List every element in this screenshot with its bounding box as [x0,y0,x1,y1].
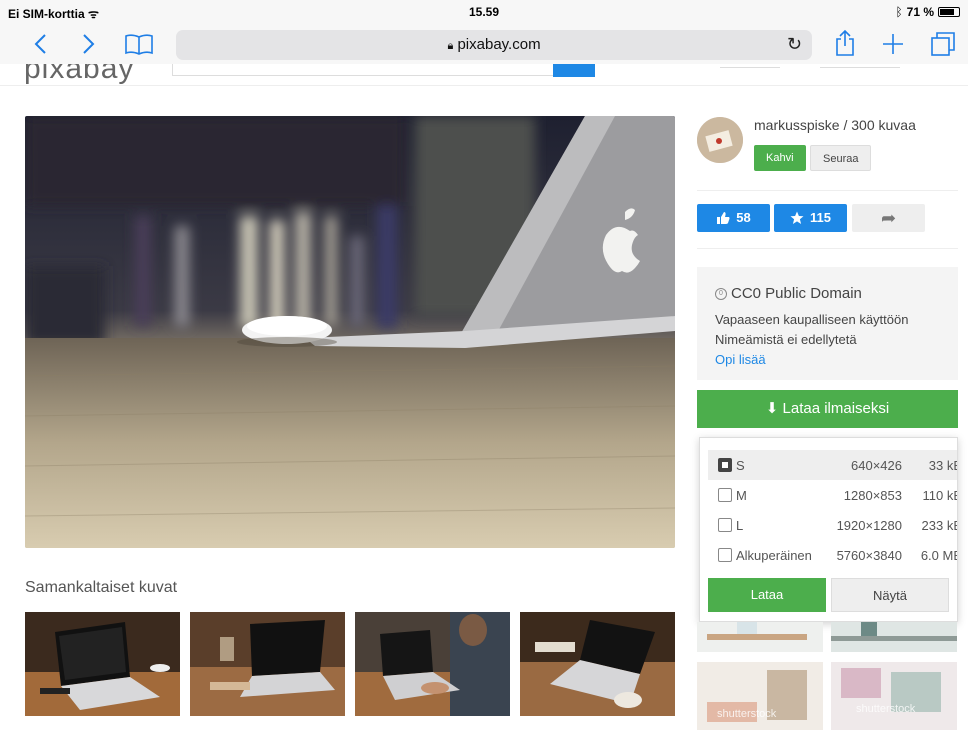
download-icon: ⬇ [765,400,779,417]
bluetooth-icon: ᛒ [895,5,903,19]
license-commercial-text: Vapaaseen kaupalliseen käyttöön [715,312,909,327]
download-button[interactable]: Lataa [708,578,826,612]
similar-thumbnail[interactable] [520,612,675,716]
avatar-image [697,117,743,163]
share-button[interactable] [830,28,860,60]
favorite-button[interactable]: 115 [774,204,847,232]
interior-photo: shutterstock [697,662,823,730]
tabs-button[interactable] [928,28,958,60]
laptop-photo [520,612,675,716]
svg-text:shutterstock: shutterstock [717,708,777,720]
site-search-button[interactable] [553,64,595,77]
laptop-desk-photo [25,116,675,548]
site-nav-item[interactable] [820,64,900,68]
share-image-button[interactable]: ➦ [852,204,925,232]
address-bar[interactable]: 🔒︎ pixabay.com ↻ [176,30,812,60]
download-options-dropdown: S 640×426 33 kB M 1280×853 110 kB L 1920… [699,437,958,622]
license-box: 0 CC0 Public Domain Vapaaseen kaupallise… [697,267,958,380]
site-search-input[interactable] [172,64,555,76]
back-button[interactable] [25,28,55,60]
chevron-right-icon [83,34,95,54]
option-checkbox[interactable] [718,458,732,472]
forward-button[interactable] [74,28,104,60]
site-header: pixabay [0,64,968,86]
like-count: 58 [736,210,751,225]
share-icon [836,29,854,56]
download-option-original[interactable]: Alkuperäinen 5760×3840 6.0 MB [708,540,957,570]
laptop-photo [25,612,180,716]
license-attribution-text: Nimeämistä ei edellytetä [715,332,857,347]
similar-thumbnail[interactable] [190,612,345,716]
bookmarks-button[interactable] [122,28,156,60]
download-option-l[interactable]: L 1920×1280 233 kB [708,510,957,540]
similar-thumbnail[interactable] [25,612,180,716]
download-option-s[interactable]: S 640×426 33 kB [708,450,957,480]
tabs-icon [931,32,955,56]
site-nav-item[interactable] [720,64,780,68]
book-icon [125,34,153,55]
learn-more-link[interactable]: Opi lisää [715,350,958,370]
lock-icon: 🔒︎ [447,40,454,52]
battery-icon [938,7,960,17]
view-button[interactable]: Näytä [831,578,949,612]
coffee-button[interactable]: Kahvi [754,145,806,171]
sponsored-thumbnail[interactable] [831,622,957,652]
main-photo[interactable] [25,116,675,548]
url-display: 🔒︎ pixabay.com [447,36,541,53]
cc-zero-icon: 0 [715,287,727,300]
sponsored-thumbnail[interactable]: shutterstock [831,662,957,730]
status-right: ᛒ 71 % [895,5,960,19]
new-tab-button[interactable] [878,28,908,60]
site-logo[interactable]: pixabay [24,64,134,85]
interior-photo: shutterstock [831,662,957,730]
option-checkbox[interactable] [718,548,732,562]
plus-icon [883,34,903,54]
svg-text:shutterstock: shutterstock [856,703,916,715]
browser-toolbar: 🔒︎ pixabay.com ↻ [0,24,968,64]
clock: 15.59 [468,5,500,19]
office-photo [697,622,823,652]
chevron-left-icon [34,34,46,54]
author-name[interactable]: markusspiske / 300 kuvaa [754,117,916,133]
license-title: 0 CC0 Public Domain [715,285,958,302]
person-laptop-photo [355,612,510,716]
favorite-count: 115 [810,210,831,225]
thumbs-up-icon [717,212,730,224]
author-avatar[interactable] [697,117,743,163]
option-checkbox[interactable] [718,488,732,502]
star-icon [790,211,804,224]
free-download-button[interactable]: ⬇ Lataa ilmaiseksi [697,390,958,428]
sponsored-thumbnail[interactable]: shutterstock [697,662,823,730]
battery-percent: 71 % [906,5,934,19]
similar-images-heading: Samankaltaiset kuvat [25,579,178,596]
reload-icon[interactable]: ↻ [787,34,802,55]
divider [697,190,958,191]
option-checkbox[interactable] [718,518,732,532]
divider [697,248,958,249]
laptop-photo [190,612,345,716]
status-bar: Ei SIM-korttia ᯤ 15.59 ᛒ 71 % [0,0,968,24]
sponsored-thumbnail[interactable] [697,622,823,652]
office-photo [831,622,957,652]
similar-thumbnail[interactable] [355,612,510,716]
like-button[interactable]: 58 [697,204,770,232]
follow-button[interactable]: Seuraa [810,145,872,171]
arrow-right-icon: ➦ [880,208,897,228]
download-option-m[interactable]: M 1280×853 110 kB [708,480,957,510]
